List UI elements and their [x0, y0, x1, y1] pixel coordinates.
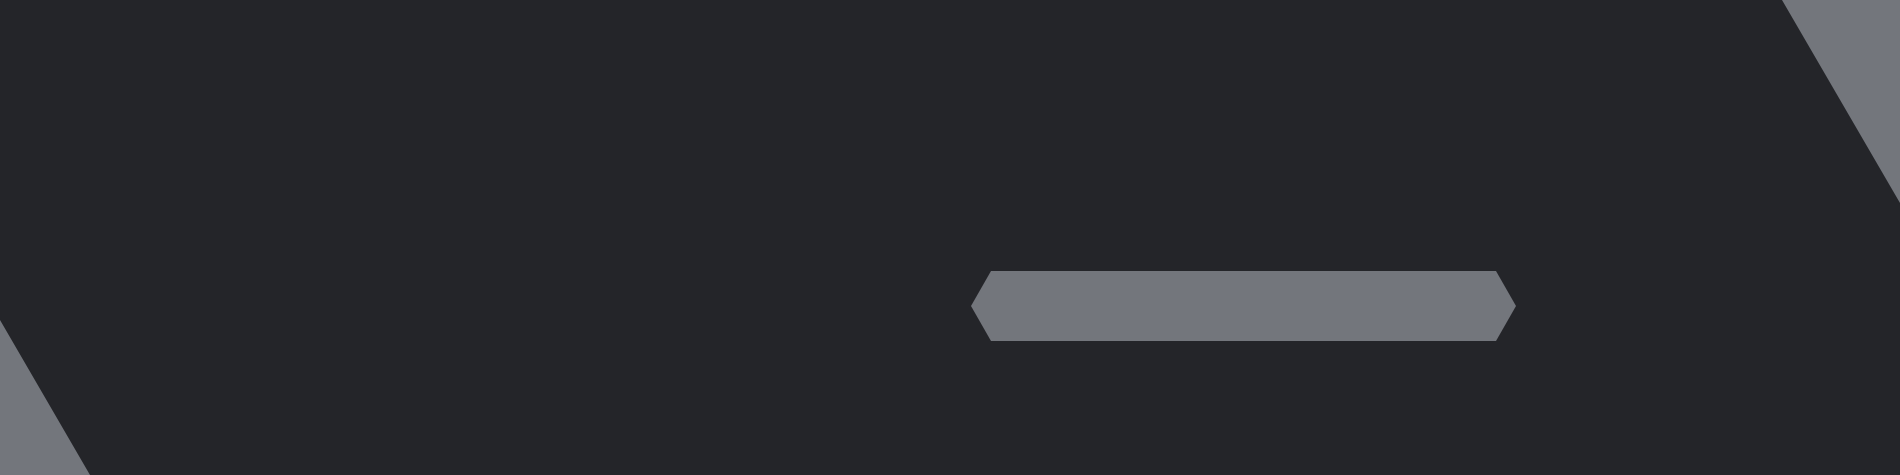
- banner-graphic: [0, 0, 1900, 475]
- hero-banner: [0, 0, 1900, 475]
- center-hexagon-bar: [971, 271, 1516, 341]
- banner-background: [0, 0, 1900, 475]
